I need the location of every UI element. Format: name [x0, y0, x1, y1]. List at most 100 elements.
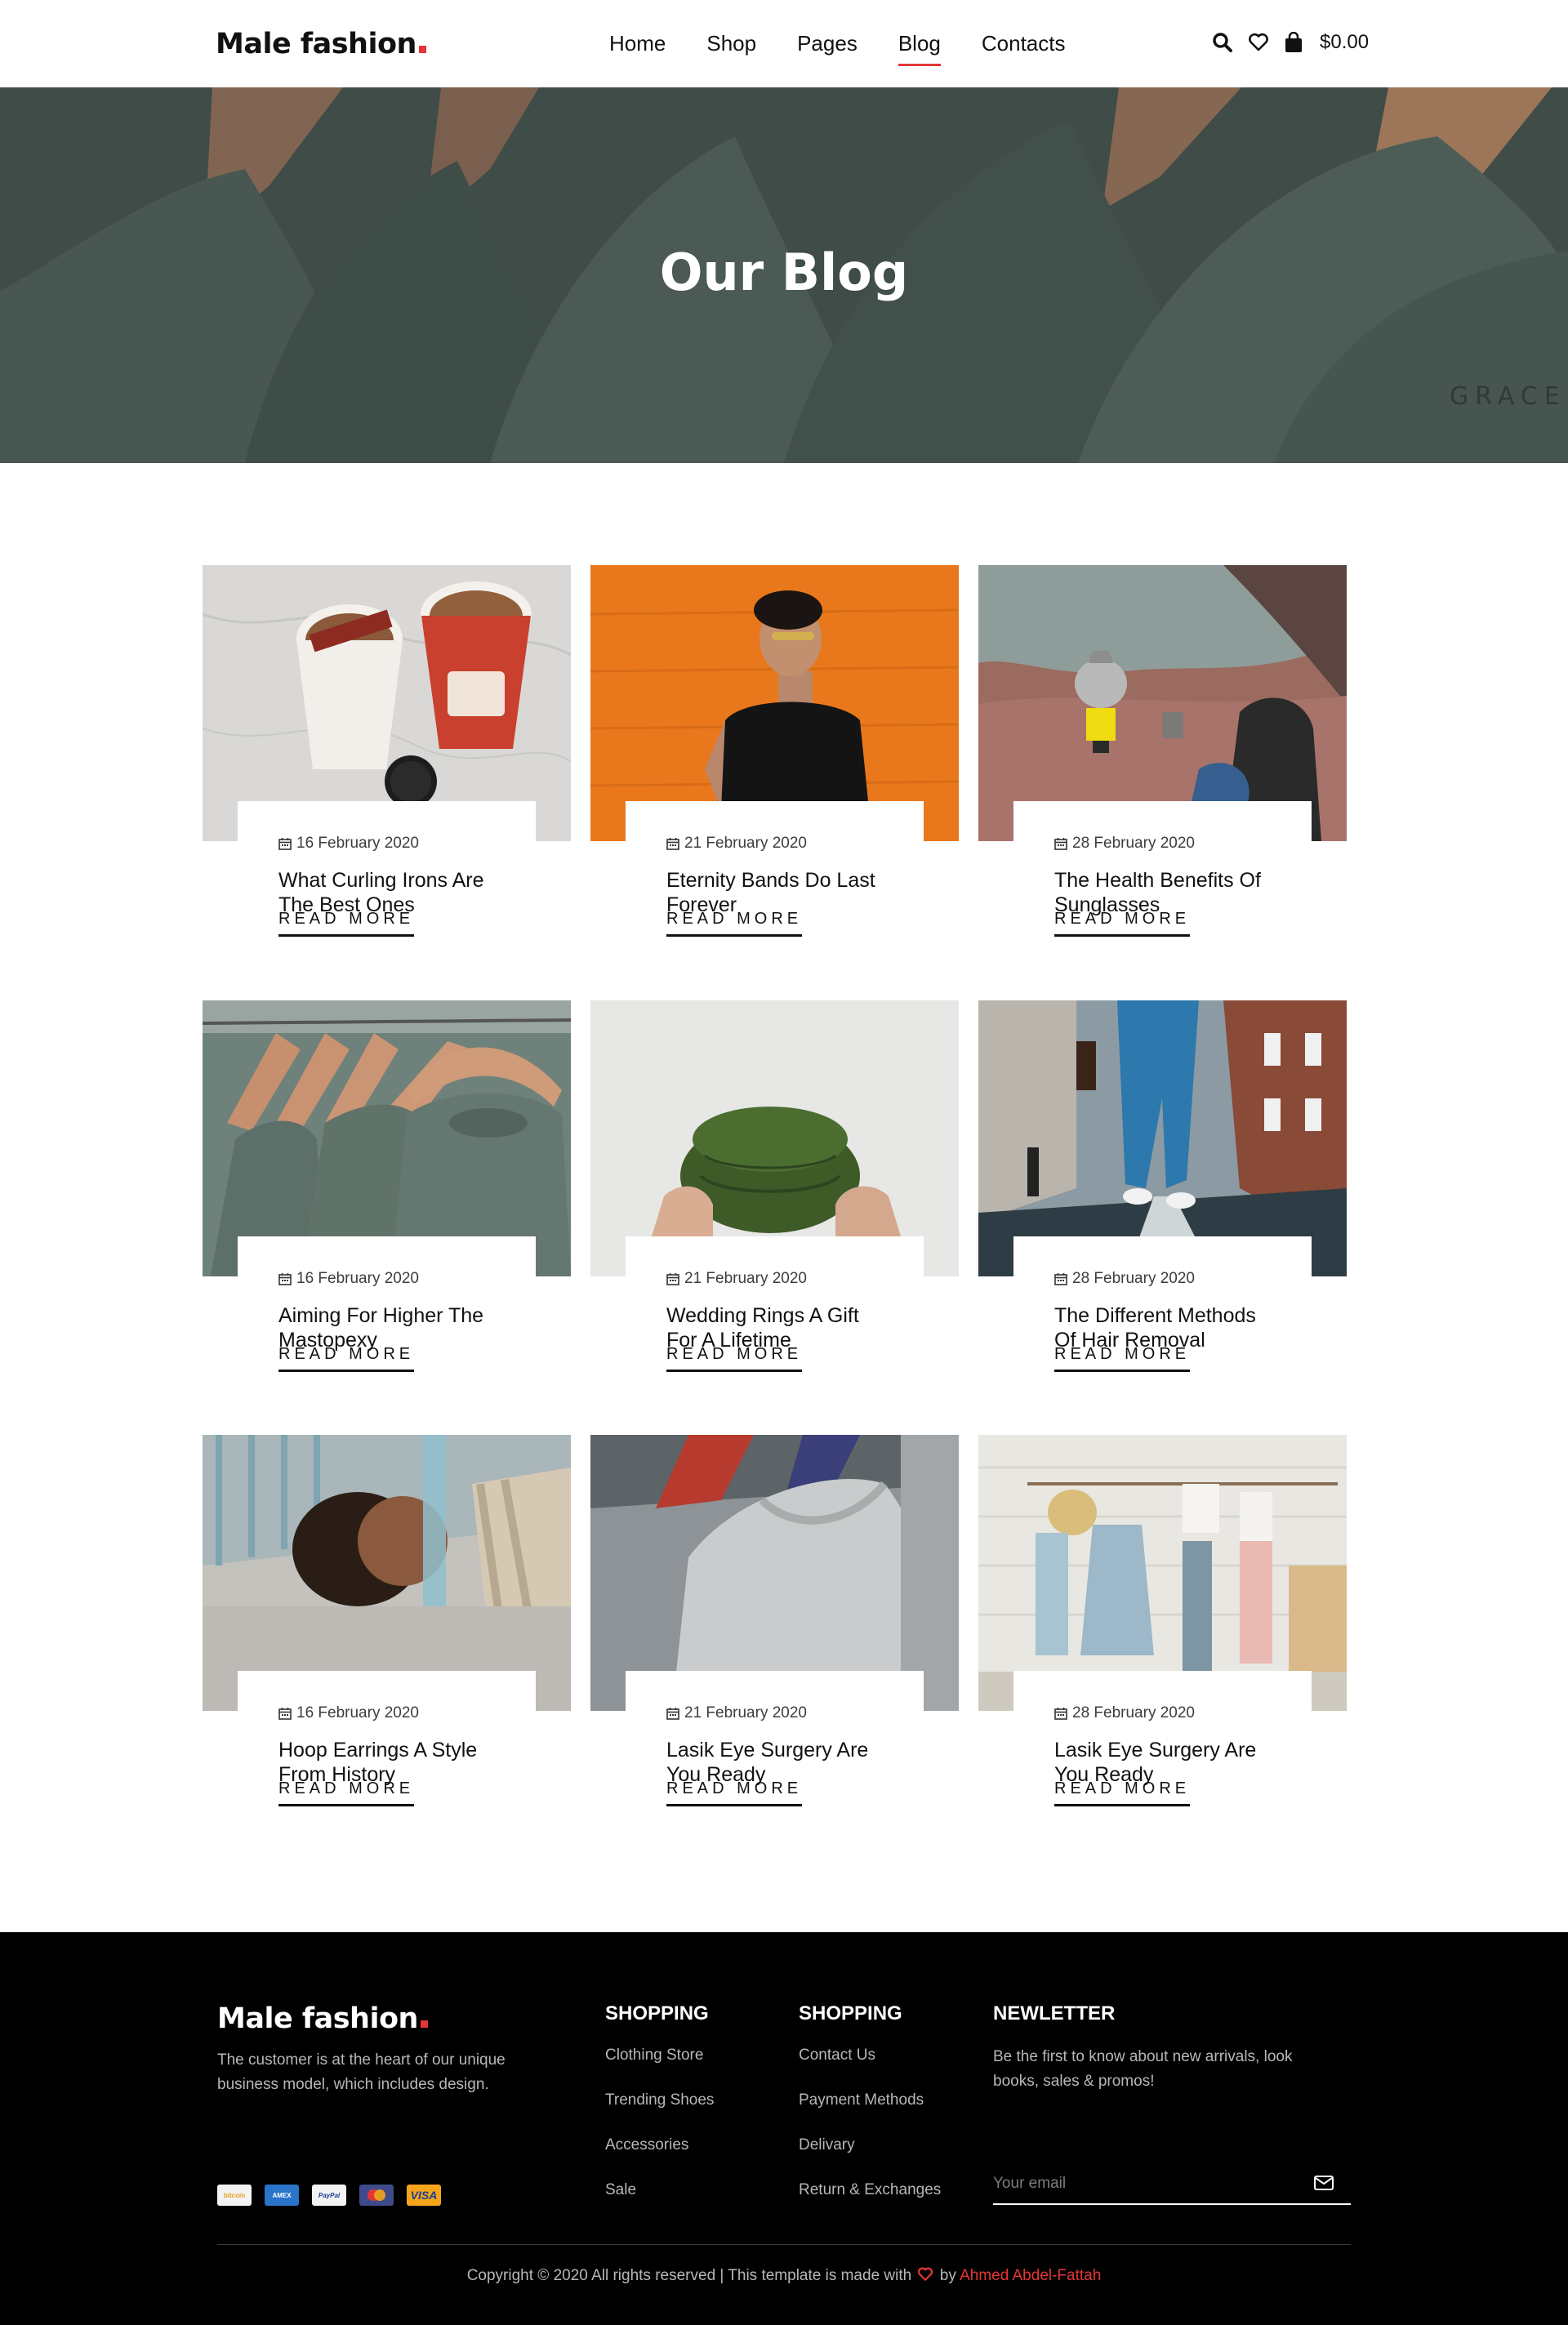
footer-about-text: The customer is at the heart of our uniq… [217, 2051, 506, 2093]
read-more-link[interactable]: READ MORE [666, 1345, 803, 1372]
search-icon[interactable] [1212, 32, 1233, 53]
read-more-link[interactable]: READ MORE [278, 1779, 415, 1806]
hero-title: Our Blog [659, 243, 909, 302]
nav-blog[interactable]: Blog [898, 31, 941, 66]
calendar-icon [666, 1708, 679, 1720]
nav-home[interactable]: Home [609, 31, 666, 66]
header-actions: $0.00 [1212, 31, 1369, 54]
blog-date: 16 February 2020 [278, 1704, 495, 1723]
hero-banner: GRACE Our Blog [0, 87, 1568, 463]
footer-newsletter: NEWLETTER Be the first to know about new… [993, 2002, 1336, 2094]
calendar-icon [278, 838, 292, 850]
blog-date-text: 28 February 2020 [1072, 1270, 1195, 1287]
blog-card-text: 21 February 2020 Eternity Bands Do Last … [626, 801, 924, 941]
footer-logo[interactable]: Male fashion [217, 2002, 428, 2035]
calendar-icon [1054, 1708, 1067, 1720]
mastercard-icon [359, 2185, 394, 2206]
blog-date-text: 16 February 2020 [296, 835, 419, 852]
calendar-icon [666, 838, 679, 850]
footer-link[interactable]: Trending Shoes [605, 2090, 714, 2110]
blog-date: 21 February 2020 [666, 834, 883, 853]
blog-date-text: 16 February 2020 [296, 1704, 419, 1721]
logo-dot [418, 46, 426, 53]
paypal-icon: PayPal [312, 2185, 346, 2206]
visa-icon: VISA [407, 2185, 441, 2206]
blog-date-text: 16 February 2020 [296, 1270, 419, 1287]
footer-logo-text[interactable]: Male fashion [217, 2002, 418, 2035]
blog-image-street-walker[interactable] [978, 1000, 1347, 1276]
read-more-link[interactable]: READ MORE [1054, 1779, 1191, 1806]
read-more-link[interactable]: READ MORE [666, 910, 803, 937]
blog-card-text: 16 February 2020 Hoop Earrings A Style F… [238, 1671, 536, 1811]
envelope-icon[interactable] [1313, 2174, 1334, 2196]
blog-date: 21 February 2020 [666, 1704, 883, 1723]
blog-date-text: 21 February 2020 [684, 835, 807, 852]
blog-card-text: 21 February 2020 Lasik Eye Surgery Are Y… [626, 1671, 924, 1811]
newsletter-form [993, 2167, 1351, 2205]
read-more-link[interactable]: READ MORE [666, 1779, 803, 1806]
footer-link[interactable]: Clothing Store [605, 2045, 714, 2065]
amex-icon: AMEX [265, 2185, 299, 2206]
cart-total[interactable]: $0.00 [1320, 31, 1369, 54]
calendar-icon [1054, 838, 1067, 850]
read-more-link[interactable]: READ MORE [278, 1345, 415, 1372]
read-more-link[interactable]: READ MORE [278, 910, 415, 937]
blog-image-man-lying-bridge[interactable] [203, 1435, 571, 1711]
blog-date-text: 21 February 2020 [684, 1704, 807, 1721]
heart-icon[interactable] [1248, 33, 1269, 52]
author-link[interactable]: Ahmed Abdel-Fattah [960, 2267, 1101, 2284]
blog-card: 16 February 2020 Hoop Earrings A Style F… [203, 1435, 571, 1811]
payment-methods: bitcoin AMEX PayPal VISA [217, 2185, 441, 2206]
footer-col-shopping-2: SHOPPING Contact Us Payment Methods Deli… [799, 2002, 941, 2225]
blog-date: 21 February 2020 [666, 1269, 883, 1289]
calendar-icon [666, 1273, 679, 1285]
blog-image-coffee-cups[interactable] [203, 565, 571, 841]
blog-card: 16 February 2020 What Curling Irons Are … [203, 565, 571, 941]
heart-icon [917, 2267, 933, 2287]
logo-dot [420, 2020, 428, 2028]
site-footer: Male fashion The customer is at the hear… [0, 1932, 1568, 2325]
footer-link[interactable]: Delivary [799, 2135, 941, 2155]
nav-pages[interactable]: Pages [797, 31, 858, 66]
calendar-icon [278, 1708, 292, 1720]
blog-date-text: 28 February 2020 [1072, 835, 1195, 852]
blog-card: 16 February 2020 Aiming For Higher The M… [203, 1000, 571, 1376]
copyright-text: Copyright © 2020 All rights reserved | T… [466, 2267, 912, 2284]
footer-link[interactable]: Accessories [605, 2135, 714, 2155]
footer-link[interactable]: Contact Us [799, 2045, 941, 2065]
bitcoin-icon: bitcoin [217, 2185, 252, 2206]
footer-link[interactable]: Sale [605, 2180, 714, 2200]
site-logo-text[interactable]: Male fashion [216, 28, 416, 60]
bag-icon[interactable] [1284, 32, 1303, 53]
blog-image-man-orange-wall[interactable] [590, 565, 959, 841]
blog-date: 28 February 2020 [1054, 1269, 1271, 1289]
read-more-link[interactable]: READ MORE [1054, 1345, 1191, 1372]
nav-shop[interactable]: Shop [706, 31, 756, 66]
calendar-icon [1054, 1273, 1067, 1285]
blog-image-shirts-on-hangers[interactable] [203, 1000, 571, 1276]
blog-card: 28 February 2020 Lasik Eye Surgery Are Y… [978, 1435, 1347, 1811]
footer-link[interactable]: Payment Methods [799, 2090, 941, 2110]
blog-date-text: 28 February 2020 [1072, 1704, 1195, 1721]
blog-image-camping-kettle[interactable] [978, 565, 1347, 841]
blog-card-text: 21 February 2020 Wedding Rings A Gift Fo… [626, 1236, 924, 1376]
footer-divider [217, 2244, 1351, 2245]
blog-card-text: 28 February 2020 Lasik Eye Surgery Are Y… [1013, 1671, 1312, 1811]
blog-image-shop-display[interactable] [978, 1435, 1347, 1711]
newsletter-text: Be the first to know about new arrivals,… [993, 2048, 1293, 2090]
main-nav: Home Shop Pages Blog Contacts [609, 31, 1065, 66]
blog-card-text: 16 February 2020 Aiming For Higher The M… [238, 1236, 536, 1376]
blog-date: 28 February 2020 [1054, 1704, 1271, 1723]
site-logo[interactable]: Male fashion [216, 28, 426, 60]
blog-image-grey-tshirt[interactable] [590, 1435, 959, 1711]
blog-card: 21 February 2020 Wedding Rings A Gift Fo… [590, 1000, 959, 1376]
email-input[interactable] [993, 2167, 1312, 2200]
nav-contacts[interactable]: Contacts [982, 31, 1066, 66]
read-more-link[interactable]: READ MORE [1054, 910, 1191, 937]
footer-link[interactable]: Return & Exchanges [799, 2180, 941, 2200]
newsletter-title: NEWLETTER [993, 2002, 1116, 2024]
footer-col-title: SHOPPING [799, 2002, 902, 2024]
copyright: Copyright © 2020 All rights reserved | T… [0, 2267, 1568, 2287]
blog-image-green-sweater[interactable] [590, 1000, 959, 1276]
blog-card: 28 February 2020 The Different Methods O… [978, 1000, 1347, 1376]
